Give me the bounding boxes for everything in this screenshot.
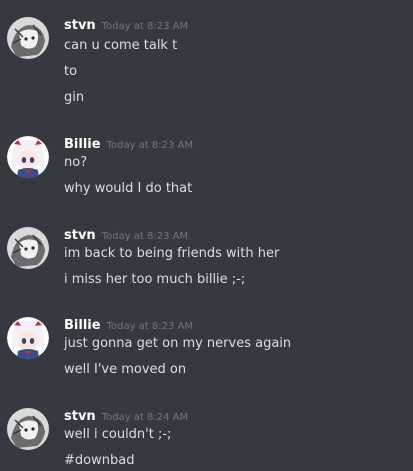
username[interactable]: stvn	[64, 18, 96, 33]
message-text: well i couldn't ;-;	[64, 427, 172, 442]
avatar[interactable]	[7, 136, 49, 178]
message-text: well I've moved on	[64, 362, 187, 377]
timestamp: Today at 8:23 AM	[106, 140, 193, 151]
avatar[interactable]	[7, 227, 49, 269]
message-header: Billie Today at 8:23 AM	[64, 314, 193, 333]
username[interactable]: stvn	[64, 409, 96, 424]
message-header: Billie Today at 8:23 AM	[64, 133, 193, 152]
message-text: just gonna get on my nerves again	[64, 336, 292, 351]
message-header: stvn Today at 8:23 AM	[64, 224, 189, 243]
timestamp: Today at 8:24 AM	[101, 412, 189, 423]
message-text: i miss her too much billie ;-;	[64, 272, 246, 287]
avatar[interactable]	[7, 17, 49, 59]
message-text: #downbad	[64, 453, 135, 468]
timestamp: Today at 8:23 AM	[101, 21, 189, 32]
avatar[interactable]	[7, 408, 49, 450]
message-text: why would I do that	[64, 181, 193, 196]
timestamp: Today at 8:23 AM	[101, 231, 189, 242]
grey-sketch-avatar-icon	[7, 408, 49, 450]
message-text: can u come talk t	[64, 38, 178, 53]
message-text: gin	[64, 90, 85, 105]
message-header: stvn Today at 8:24 AM	[64, 405, 189, 424]
message-text: to	[64, 64, 78, 79]
grey-sketch-avatar-icon	[7, 17, 49, 59]
username[interactable]: Billie	[64, 137, 101, 152]
avatar[interactable]	[7, 317, 49, 359]
chat-message-list: stvn Today at 8:23 AM can u come talk t t…	[0, 0, 413, 471]
anime-girl-avatar-icon	[7, 136, 49, 178]
grey-sketch-avatar-icon	[7, 227, 49, 269]
message-text: im back to being friends with her	[64, 246, 280, 261]
username[interactable]: stvn	[64, 228, 96, 243]
timestamp: Today at 8:23 AM	[106, 321, 193, 332]
username[interactable]: Billie	[64, 318, 101, 333]
message-header: stvn Today at 8:23 AM	[64, 14, 189, 33]
message-text: no?	[64, 155, 88, 170]
anime-girl-avatar-icon	[7, 317, 49, 359]
